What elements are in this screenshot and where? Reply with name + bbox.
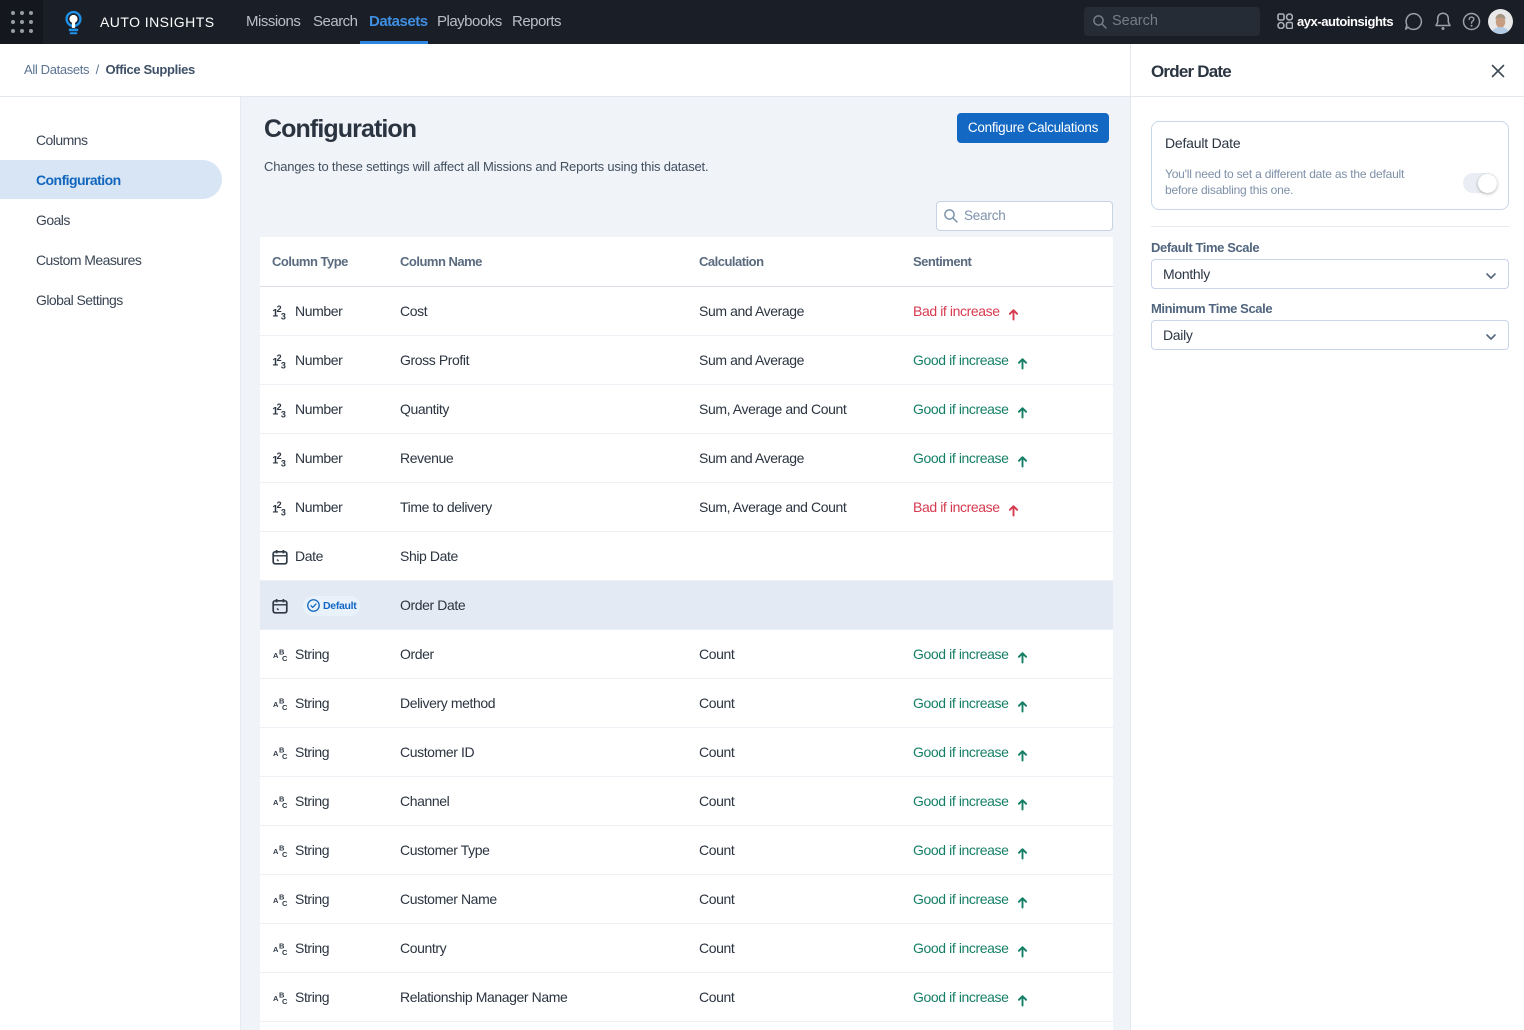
svg-text:C: C <box>282 997 288 1006</box>
svg-text:C: C <box>282 948 288 957</box>
svg-text:3: 3 <box>281 507 286 516</box>
svg-text:C: C <box>282 703 288 712</box>
svg-text:3: 3 <box>281 311 286 320</box>
svg-text:C: C <box>282 899 288 908</box>
svg-text:C: C <box>282 850 288 859</box>
svg-text:C: C <box>282 654 288 663</box>
svg-text:3: 3 <box>281 360 286 369</box>
svg-text:C: C <box>282 752 288 761</box>
svg-text:3: 3 <box>281 409 286 418</box>
svg-text:C: C <box>282 801 288 810</box>
svg-text:3: 3 <box>281 458 286 467</box>
